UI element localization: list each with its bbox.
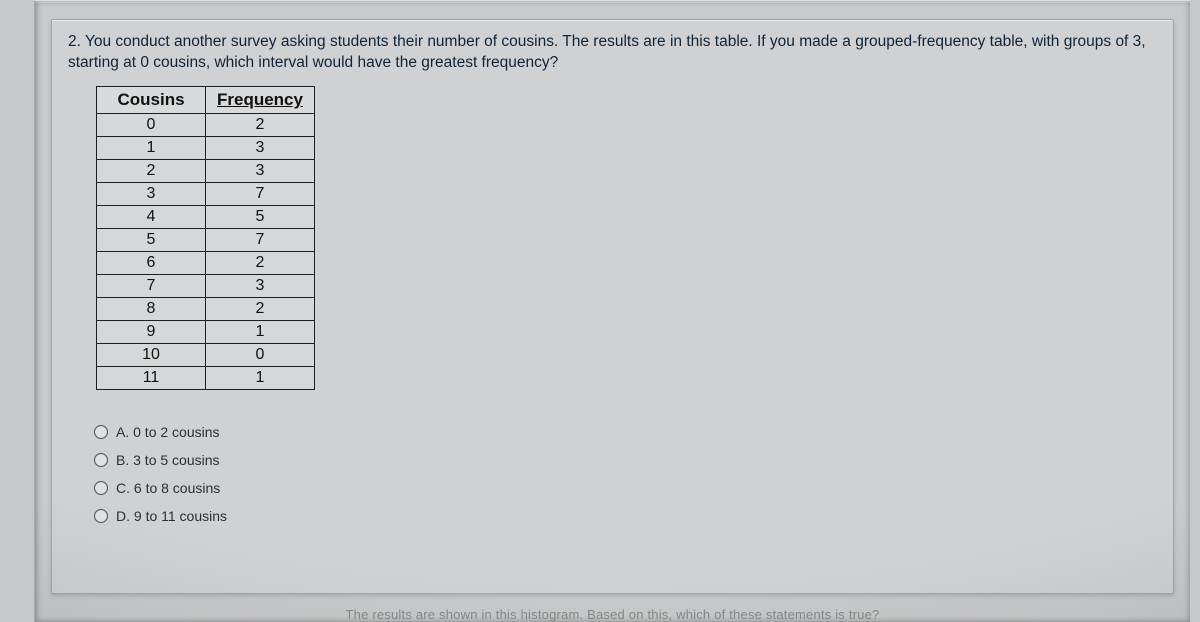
table-cell: 3: [97, 182, 206, 205]
choice-c[interactable]: C. 6 to 8 cousins: [94, 480, 1157, 496]
table-row: 45: [97, 205, 315, 228]
table-row: 82: [97, 297, 315, 320]
table-cell: 5: [206, 205, 315, 228]
radio-icon[interactable]: [94, 425, 108, 439]
table-cell: 3: [206, 136, 315, 159]
table-row: 91: [97, 320, 315, 343]
choice-label: D. 9 to 11 cousins: [116, 508, 227, 524]
table-cell: 2: [206, 251, 315, 274]
table-cell: 0: [97, 113, 206, 136]
table-row: 13: [97, 136, 315, 159]
table-cell: 1: [97, 136, 206, 159]
choice-label: B. 3 to 5 cousins: [116, 452, 220, 468]
choice-label: A. 0 to 2 cousins: [116, 424, 220, 440]
table-cell: 6: [97, 251, 206, 274]
table-header-row: Cousins Frequency: [97, 86, 315, 113]
table-cell: 7: [206, 228, 315, 251]
table-row: 23: [97, 159, 315, 182]
table-row: 02: [97, 113, 315, 136]
choice-label: C. 6 to 8 cousins: [116, 480, 220, 496]
question-card: 2. You conduct another survey asking stu…: [51, 19, 1174, 594]
choice-b[interactable]: B. 3 to 5 cousins: [94, 452, 1157, 468]
table-cell: 10: [97, 343, 206, 366]
table-cell: 8: [97, 297, 206, 320]
table-cell: 5: [97, 228, 206, 251]
page-frame: 2. You conduct another survey asking stu…: [34, 0, 1190, 622]
table-cell: 1: [206, 366, 315, 389]
choice-a[interactable]: A. 0 to 2 cousins: [94, 424, 1157, 440]
table-cell: 9: [97, 320, 206, 343]
table-row: 57: [97, 228, 315, 251]
table-row: 100: [97, 343, 315, 366]
table-row: 111: [97, 366, 315, 389]
table-cell: 2: [206, 297, 315, 320]
table-cell: 3: [206, 159, 315, 182]
table-cell: 2: [206, 113, 315, 136]
table-cell: 0: [206, 343, 315, 366]
frequency-table: Cousins Frequency 02 13 23 37 45 57 62 7…: [96, 86, 315, 390]
table-row: 73: [97, 274, 315, 297]
col-header-frequency: Frequency: [206, 86, 315, 113]
radio-icon[interactable]: [94, 481, 108, 495]
col-header-cousins: Cousins: [97, 86, 206, 113]
table-cell: 1: [206, 320, 315, 343]
radio-icon[interactable]: [94, 453, 108, 467]
radio-icon[interactable]: [94, 509, 108, 523]
question-text: 2. You conduct another survey asking stu…: [68, 32, 1157, 74]
table-row: 62: [97, 251, 315, 274]
table-cell: 7: [97, 274, 206, 297]
next-question-fragment: The results are shown in this histogram.…: [35, 607, 1190, 622]
table-cell: 11: [97, 366, 206, 389]
answer-choices: A. 0 to 2 cousins B. 3 to 5 cousins C. 6…: [94, 424, 1157, 524]
table-cell: 3: [206, 274, 315, 297]
table-cell: 2: [97, 159, 206, 182]
choice-d[interactable]: D. 9 to 11 cousins: [94, 508, 1157, 524]
table-cell: 4: [97, 205, 206, 228]
table-row: 37: [97, 182, 315, 205]
table-cell: 7: [206, 182, 315, 205]
